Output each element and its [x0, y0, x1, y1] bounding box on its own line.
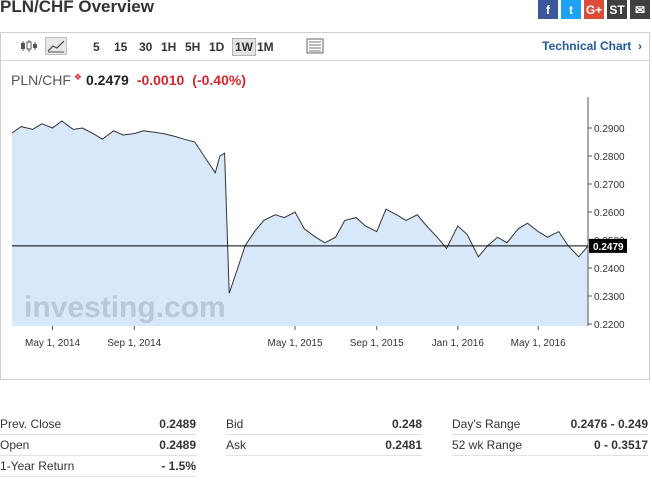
stat-label: Prev. Close	[0, 417, 62, 431]
stats-row: 1-Year Return - 1.5%	[0, 456, 650, 477]
stat-cell: Ask 0.2481	[226, 435, 422, 456]
stat-cell: Prev. Close 0.2489	[0, 414, 196, 435]
stat-cell: 1-Year Return - 1.5%	[0, 456, 196, 477]
y-tick-label: 0.2900	[594, 124, 625, 135]
stat-value: 0.2489	[159, 417, 196, 431]
stat-cell: Open 0.2489	[0, 435, 196, 456]
stat-label: Bid	[226, 417, 244, 431]
stats-row: Open 0.2489 Ask 0.2481 52 wk Range 0 - 0.3517	[0, 435, 650, 456]
current-price-label: 0.2479	[593, 242, 624, 253]
stat-label: 52 wk Range	[452, 438, 523, 452]
stat-value: 0.2489	[159, 438, 196, 452]
x-tick-label: May 1, 2014	[25, 338, 80, 349]
price-chart[interactable]: investing.com 0.2900 0.2800 0.2700 0.2600 0.2…	[0, 0, 652, 400]
stat-value: - 1.5%	[161, 459, 196, 473]
y-tick-label: 0.2700	[594, 180, 625, 191]
stat-value: 0.2481	[385, 438, 422, 452]
stat-label: Day's Range	[452, 417, 521, 431]
y-tick-label: 0.2600	[594, 208, 625, 219]
stat-value: 0.248	[391, 417, 422, 431]
stat-cell: 52 wk Range 0 - 0.3517	[452, 435, 648, 456]
x-tick-label: May 1, 2016	[511, 338, 566, 349]
x-tick-label: May 1, 2015	[267, 338, 322, 349]
stat-label: 1-Year Return	[0, 459, 75, 473]
stat-label: Ask	[226, 438, 247, 452]
y-tick-label: 0.2300	[594, 292, 625, 303]
x-tick-label: Sep 1, 2014	[107, 338, 161, 349]
stat-cell: Bid 0.248	[226, 414, 422, 435]
stats-row: Prev. Close 0.2489 Bid 0.248 Day's Range 0.24…	[0, 414, 650, 435]
stat-value: 0.2476 - 0.249	[570, 417, 648, 431]
y-tick-label: 0.2400	[594, 264, 625, 275]
stat-value: 0 - 0.3517	[593, 438, 648, 452]
x-tick-label: Jan 1, 2016	[432, 338, 485, 349]
y-tick-label: 0.2200	[594, 320, 625, 331]
investing-watermark: investing.com	[24, 291, 226, 324]
stat-label: Open	[0, 438, 30, 452]
stat-cell: Day's Range 0.2476 - 0.249	[452, 414, 648, 435]
x-tick-label: Sep 1, 2015	[350, 338, 404, 349]
y-tick-label: 0.2800	[594, 152, 625, 163]
